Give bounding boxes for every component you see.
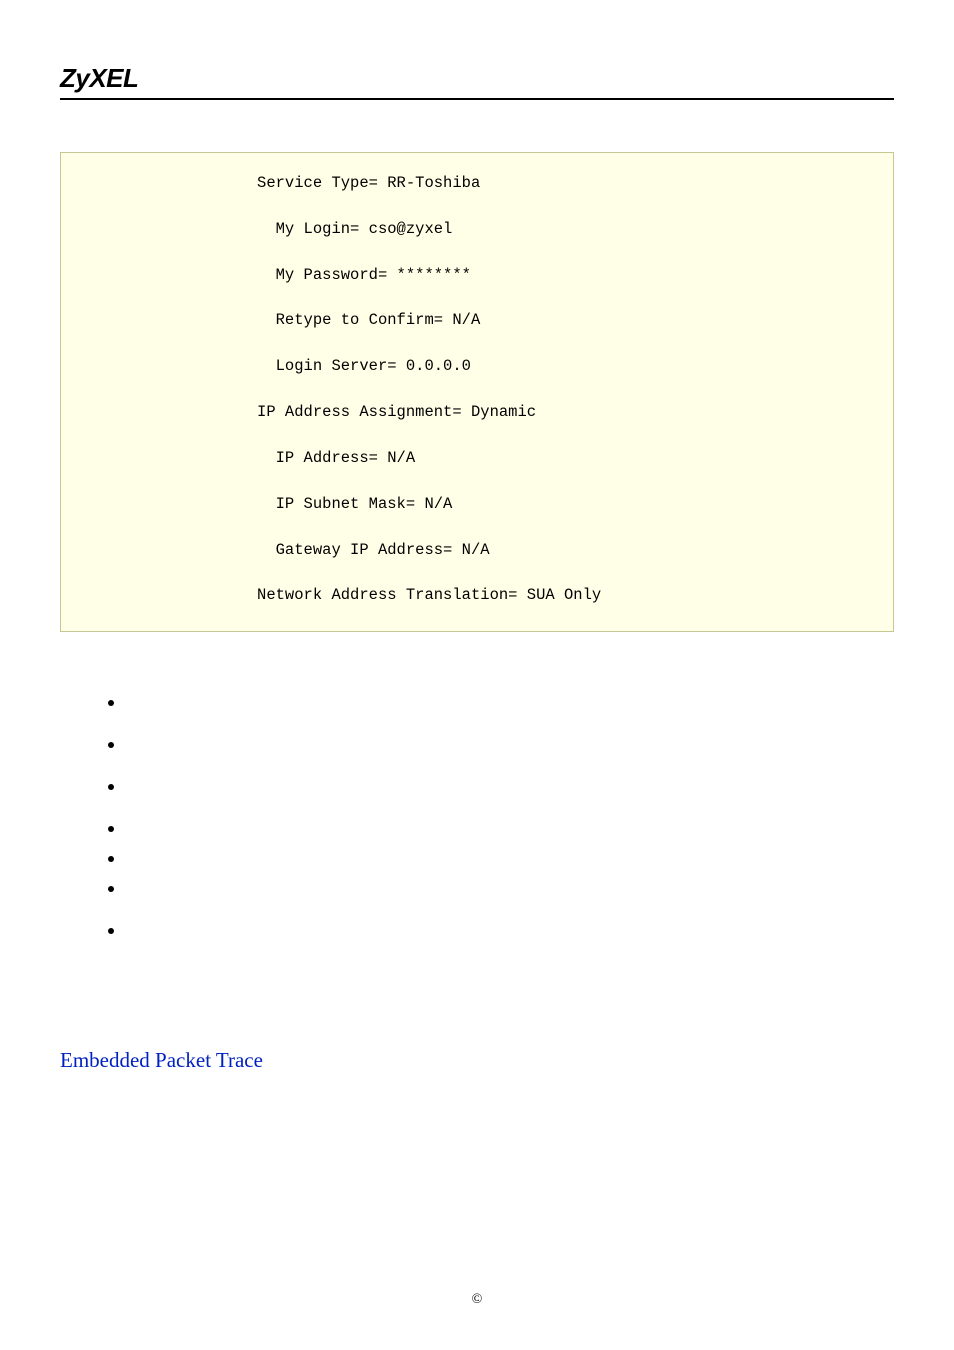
- page-footer: ©: [0, 1292, 954, 1308]
- config-line: Network Address Translation= SUA Only: [71, 587, 883, 605]
- brand-logo: ZyXEL: [60, 63, 138, 94]
- config-line: My Login= cso@zyxel: [71, 221, 883, 239]
- bullet-icon: [108, 826, 114, 832]
- list-item: [108, 734, 894, 776]
- blank-line: [71, 426, 883, 446]
- page-header: ZyXEL: [60, 60, 894, 96]
- config-text-box: Service Type= RR-Toshiba My Login= cso@z…: [60, 152, 894, 632]
- config-line: Gateway IP Address= N/A: [71, 542, 883, 560]
- blank-line: [71, 288, 883, 308]
- blank-line: [71, 380, 883, 400]
- bullet-icon: [108, 700, 114, 706]
- blank-line: [71, 472, 883, 492]
- list-item: [108, 776, 894, 818]
- bullet-icon: [108, 886, 114, 892]
- page-content: ZyXEL Service Type= RR-Toshiba My Login=…: [0, 0, 954, 1113]
- config-line: Retype to Confirm= N/A: [71, 312, 883, 330]
- bullet-icon: [108, 742, 114, 748]
- list-item: [108, 848, 894, 878]
- list-item: [108, 920, 894, 962]
- config-line: IP Subnet Mask= N/A: [71, 496, 883, 514]
- blank-line: [71, 243, 883, 263]
- config-line: My Password= ********: [71, 267, 883, 285]
- config-line: IP Address Assignment= Dynamic: [71, 404, 883, 422]
- blank-line: [71, 334, 883, 354]
- config-line: IP Address= N/A: [71, 450, 883, 468]
- blank-line: [71, 563, 883, 583]
- list-item: [108, 818, 894, 848]
- bullet-list: [108, 692, 894, 962]
- section-heading: Embedded Packet Trace: [60, 1048, 894, 1073]
- list-item: [108, 692, 894, 734]
- bullet-icon: [108, 856, 114, 862]
- header-divider: [60, 98, 894, 100]
- config-line: Login Server= 0.0.0.0: [71, 358, 883, 376]
- bullet-icon: [108, 928, 114, 934]
- blank-line: [71, 518, 883, 538]
- bullet-icon: [108, 784, 114, 790]
- list-item: [108, 878, 894, 920]
- blank-line: [71, 197, 883, 217]
- config-line: Service Type= RR-Toshiba: [71, 175, 883, 193]
